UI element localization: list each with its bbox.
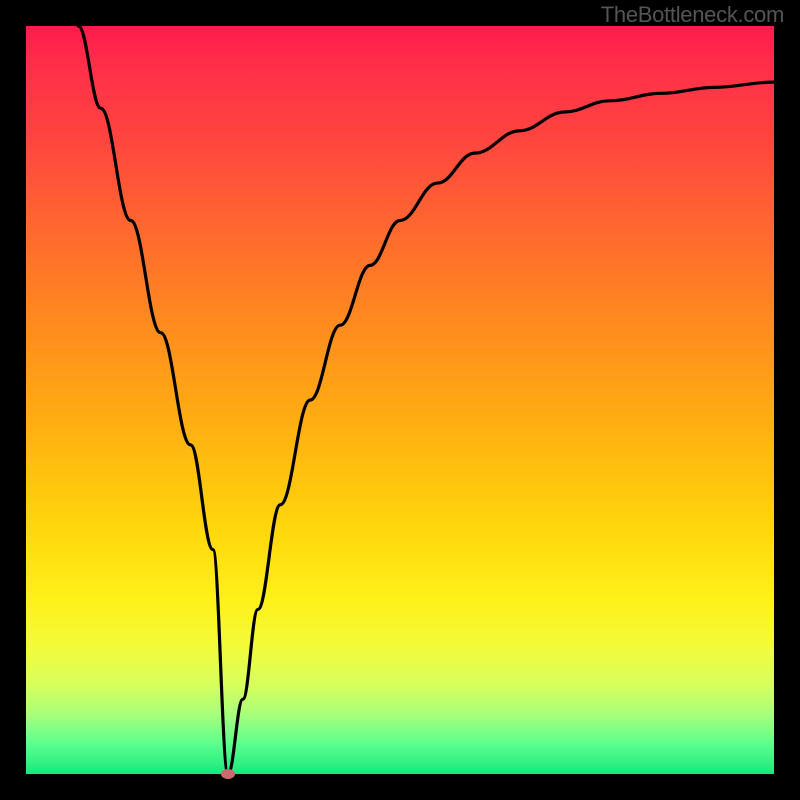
plot-container	[26, 26, 774, 774]
curve-svg	[26, 26, 774, 774]
watermark-text: TheBottleneck.com	[601, 2, 784, 28]
plot-area	[26, 26, 774, 774]
bottleneck-curve	[78, 26, 774, 774]
optimum-marker	[221, 769, 235, 779]
